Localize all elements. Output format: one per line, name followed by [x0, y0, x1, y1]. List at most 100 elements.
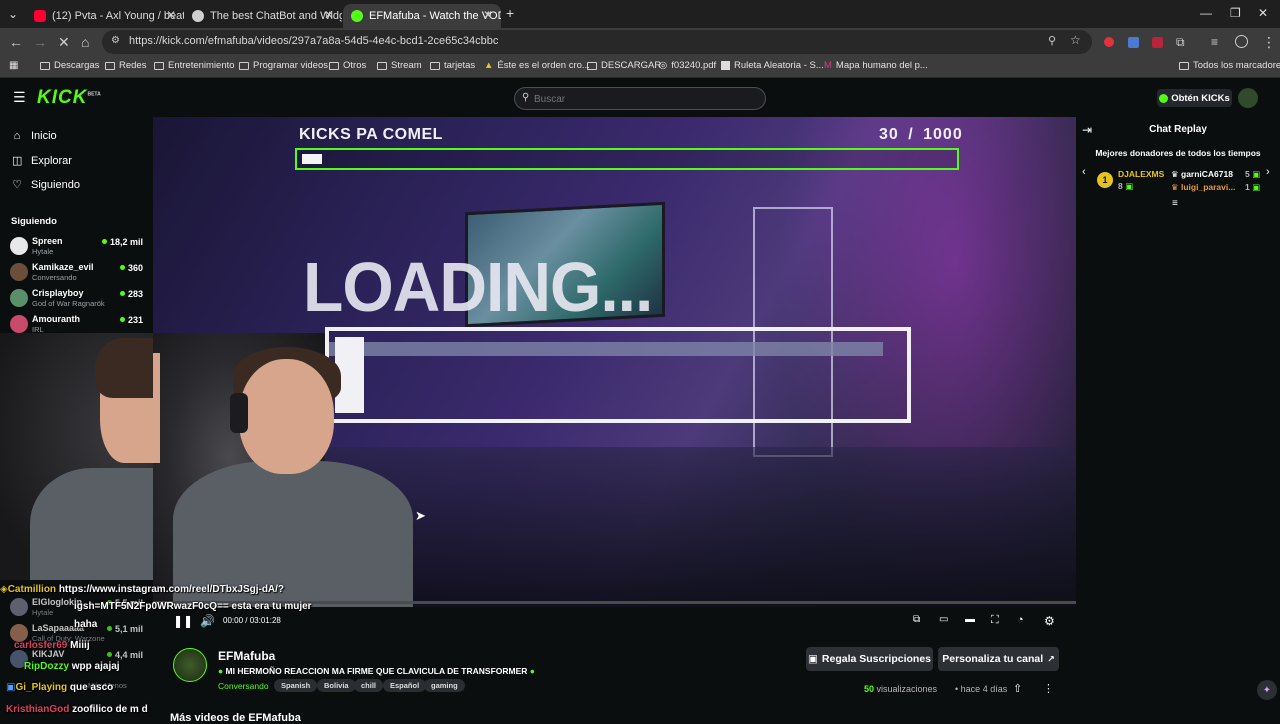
headset — [230, 393, 248, 433]
maximize-icon[interactable]: ❐ — [1230, 6, 1241, 20]
tab-chatbot[interactable]: The best ChatBot and Widgets ✕ — [184, 4, 342, 28]
close-icon[interactable]: ✕ — [324, 8, 334, 22]
bookmark-link[interactable]: M Mapa humano del p... — [824, 60, 928, 71]
view-count: 50 visualizaciones — [864, 684, 937, 694]
apps-grid-icon[interactable]: ▦ — [9, 60, 18, 71]
donor-entry[interactable]: ♛ garniCA6718 — [1171, 169, 1233, 180]
close-icon[interactable]: ✕ — [166, 8, 176, 22]
extensions-puzzle-icon[interactable]: ⧉ — [1176, 34, 1185, 50]
bookmark-folder[interactable]: DESCARGAR — [587, 60, 661, 71]
bookmark-folder[interactable]: tarjetas — [430, 60, 475, 71]
speed-icon[interactable]: ◔ — [1017, 614, 1024, 626]
close-window-icon[interactable]: ✕ — [1258, 6, 1268, 20]
chat-text: wpp ajajaj — [71, 661, 120, 672]
bookmark-folder[interactable]: Programar videos — [239, 60, 328, 71]
browser-tab-bar: ⌄ (12) Pvta - Axl Young / beat by ✕ The … — [0, 0, 1280, 28]
channel-name[interactable]: EFMafuba — [218, 649, 275, 663]
tag-chip[interactable]: Spanish — [274, 679, 318, 692]
user-avatar[interactable] — [1238, 88, 1258, 108]
published-ago: • hace 4 días — [955, 684, 1007, 694]
bookmark-link[interactable]: ◎ f03240.pdf — [659, 60, 716, 71]
site-info-icon[interactable]: ⚙ — [111, 35, 120, 46]
tab-kick[interactable]: EFMafuba - Watch the VOD on ✕ — [343, 4, 501, 28]
video-player[interactable]: KICKS PA COMEL 30 / 1000 LOADING... ➤ — [153, 117, 1076, 607]
fullscreen-icon[interactable]: ⛶ — [991, 614, 999, 627]
bookmark-site-icon: ▲ — [484, 60, 494, 71]
donor-entry[interactable]: ♛ luigi_paravi... — [1171, 182, 1235, 193]
bookmark-label: Todos los marcadores — [1193, 60, 1280, 71]
clip-icon[interactable]: ▭ — [939, 614, 948, 625]
media-control-icon[interactable]: ≡ — [1211, 34, 1218, 50]
bookmark-star-icon[interactable]: ☆ — [1070, 33, 1081, 47]
tab-youtube[interactable]: (12) Pvta - Axl Young / beat by ✕ — [26, 4, 184, 28]
stream-chat-line: carlosfer69 Miiij — [14, 640, 90, 651]
url-text[interactable]: https://kick.com/efmafuba/videos/297a7a8… — [129, 35, 498, 47]
gift-subs-button[interactable]: ▣ Regala Suscripciones — [806, 647, 933, 671]
bookmark-folder[interactable]: Stream — [377, 60, 422, 71]
bookmark-label: Redes — [119, 60, 147, 71]
search-input[interactable] — [534, 91, 754, 107]
address-bar[interactable]: ⚙ https://kick.com/efmafuba/videos/297a7… — [102, 30, 1092, 54]
bookmark-folder[interactable]: Entretenimiento — [154, 60, 235, 71]
stream-category[interactable]: Conversando — [218, 681, 269, 691]
chevron-left-icon[interactable]: ‹ — [1082, 166, 1086, 178]
volume-icon[interactable]: 🔊 — [200, 614, 215, 628]
new-tab-button[interactable]: + — [506, 5, 514, 21]
chevron-right-icon[interactable]: › — [1266, 166, 1270, 178]
pause-icon[interactable]: ❚❚ — [173, 614, 193, 628]
viewer-count: 4,4 mil — [107, 650, 143, 660]
minimize-icon[interactable]: — — [1200, 6, 1212, 20]
site-icon — [721, 61, 730, 70]
kick-logo[interactable]: KICKBETA — [37, 87, 101, 109]
channel-avatar[interactable] — [173, 648, 207, 682]
tag-chip[interactable]: gaming — [424, 679, 465, 692]
translate-extension-icon[interactable] — [1128, 37, 1139, 48]
kicks-goal-fill — [302, 154, 322, 164]
bookmark-folder[interactable]: Otros — [329, 60, 366, 71]
chat-panel: ⇥ Chat Replay Mejores donadores de todos… — [1076, 118, 1280, 720]
floating-assistant-icon[interactable]: ✦ — [1257, 680, 1277, 700]
tag-chip[interactable]: chill — [354, 679, 384, 692]
bookmark-folder[interactable]: Descargas — [40, 60, 99, 71]
bookmark-link[interactable]: ▲ Éste es el orden cro... — [484, 60, 590, 71]
get-kicks-button[interactable]: Obtén KICKs — [1157, 89, 1232, 107]
donor-name[interactable]: DJALEXMS — [1118, 169, 1164, 179]
globe-icon: ◎ — [659, 60, 668, 71]
sidebar-channel-crisplayboy[interactable]: Crisplayboy God of War Ragnarök 283 — [10, 285, 145, 311]
tag-chip[interactable]: Español — [383, 679, 427, 692]
forward-icon[interactable]: → — [33, 34, 47, 50]
nav-explore[interactable]: ◫ Explorar — [12, 154, 72, 168]
customize-channel-button[interactable]: Personaliza tu canal ↗ — [938, 647, 1059, 671]
bookmark-folder[interactable]: Redes — [105, 60, 146, 71]
zoom-icon[interactable]: ⚲ — [1048, 34, 1056, 47]
sidebar-channel-spreen[interactable]: Spreen Hytale 18,2 mil — [10, 233, 145, 259]
nav-following[interactable]: ♡ Siguiendo — [12, 178, 80, 192]
sidebar-channel-kamikaze[interactable]: Kamikaze_evil Conversando 360 — [10, 259, 145, 285]
more-options-icon[interactable]: ⋮ — [1043, 682, 1054, 695]
menu-kebab-icon[interactable]: ⋮ — [1262, 34, 1276, 50]
search-box[interactable]: ⚲ — [514, 87, 766, 110]
share-icon[interactable]: ⇧ — [1013, 682, 1022, 695]
miniplayer-icon[interactable]: ⧉ — [913, 614, 920, 625]
settings-gear-icon[interactable]: ⚙ — [1044, 614, 1055, 628]
gift-subs-label: Regala Suscripciones — [821, 653, 932, 665]
kicks-coin-icon — [1159, 93, 1169, 103]
close-icon[interactable]: ✕ — [483, 8, 493, 22]
back-icon[interactable]: ← — [9, 34, 23, 50]
expand-donors-icon[interactable]: ≡ — [1172, 198, 1178, 209]
theater-mode-icon[interactable]: ▬ — [965, 614, 975, 625]
all-bookmarks[interactable]: Todos los marcadores — [1179, 60, 1280, 71]
bookmark-link[interactable]: Ruleta Aleatoria - S... — [721, 60, 824, 71]
stop-icon[interactable]: ✕ — [58, 34, 70, 50]
home-icon[interactable]: ⌂ — [81, 34, 89, 50]
extension-icon[interactable] — [1104, 37, 1114, 47]
profile-icon[interactable] — [1235, 35, 1248, 48]
nav-home[interactable]: ⌂ Inicio — [12, 130, 57, 142]
tag-chip[interactable]: Bolivia — [317, 679, 356, 692]
search-icon: ⚲ — [522, 92, 530, 103]
extension-icon[interactable] — [1152, 37, 1163, 48]
channel-name: Kamikaze_evil — [32, 262, 94, 272]
tab-search-icon[interactable]: ⌄ — [8, 7, 18, 21]
avatar — [10, 598, 28, 616]
hamburger-menu-icon[interactable]: ☰ — [13, 89, 26, 106]
